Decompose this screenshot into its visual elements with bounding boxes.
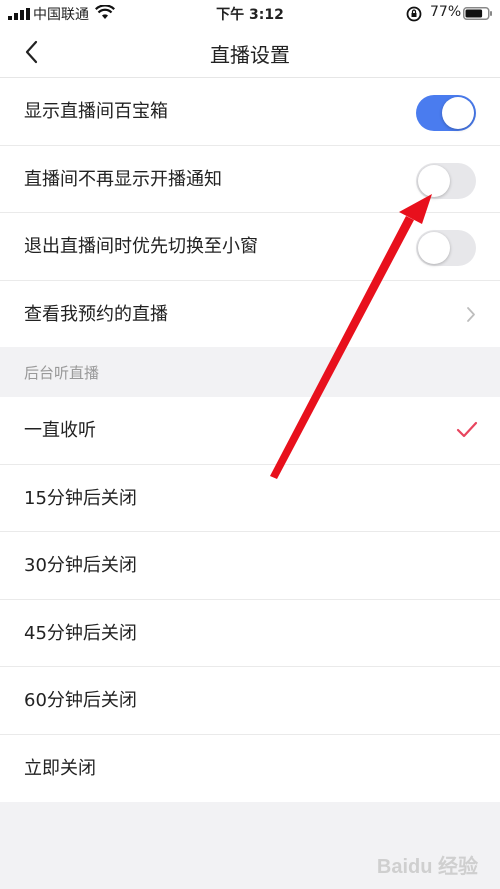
listen-option-60min[interactable]: 60分钟后关闭: [0, 667, 500, 735]
setting-row-hide-live-notice[interactable]: 直播间不再显示开播通知: [0, 146, 500, 213]
mini-window-toggle[interactable]: [416, 230, 476, 266]
option-label: 15分钟后关闭: [24, 487, 137, 509]
settings-group: 显示直播间百宝箱 直播间不再显示开播通知 退出直播间时优先切换至小窗 查看我预约…: [0, 78, 500, 348]
status-time: 下午 3:12: [216, 7, 284, 23]
toggle-knob: [442, 97, 474, 129]
checkmark-icon: [456, 421, 478, 438]
treasure-box-toggle[interactable]: [416, 95, 476, 131]
baidu-watermark: Baidu 经验: [376, 856, 478, 878]
chevron-right-icon: [467, 306, 475, 322]
listen-option-30min[interactable]: 30分钟后关闭: [0, 532, 500, 600]
status-bar: 中国联通 下午 3:12 77%: [0, 0, 500, 26]
option-label: 45分钟后关闭: [24, 622, 137, 644]
toggle-knob: [418, 164, 450, 197]
option-label: 30分钟后关闭: [24, 555, 137, 576]
listen-option-15min[interactable]: 15分钟后关闭: [0, 465, 500, 532]
background-listen-options: 一直收听 15分钟后关闭 30分钟后关闭 45分钟后关闭 60分钟后关闭 立即关…: [0, 397, 500, 802]
battery-percent: 77%: [430, 4, 462, 20]
setting-label: 退出直播间时优先切换至小窗: [24, 236, 258, 257]
setting-label: 查看我预约的直播: [24, 303, 168, 325]
setting-row-my-reservations[interactable]: 查看我预约的直播: [0, 281, 500, 349]
setting-row-mini-window[interactable]: 退出直播间时优先切换至小窗: [0, 213, 500, 281]
section-header-label: 后台听直播: [24, 364, 100, 382]
page-title: 直播设置: [210, 43, 290, 67]
setting-label: 显示直播间百宝箱: [24, 101, 168, 122]
nav-bar: 直播设置: [0, 26, 500, 78]
listen-option-always[interactable]: 一直收听: [0, 397, 500, 465]
section-header: 后台听直播: [0, 347, 500, 397]
setting-row-show-treasure-box[interactable]: 显示直播间百宝箱: [0, 78, 500, 146]
rotation-lock-icon: [406, 6, 422, 22]
setting-label: 直播间不再显示开播通知: [24, 168, 222, 190]
hide-live-notice-toggle[interactable]: [416, 162, 476, 199]
listen-option-45min[interactable]: 45分钟后关闭: [0, 600, 500, 667]
option-label: 立即关闭: [24, 757, 96, 779]
option-label: 一直收听: [24, 420, 96, 441]
toggle-knob: [418, 232, 450, 264]
battery-icon: [463, 7, 492, 20]
option-label: 60分钟后关闭: [24, 690, 137, 711]
listen-option-now[interactable]: 立即关闭: [0, 735, 500, 803]
